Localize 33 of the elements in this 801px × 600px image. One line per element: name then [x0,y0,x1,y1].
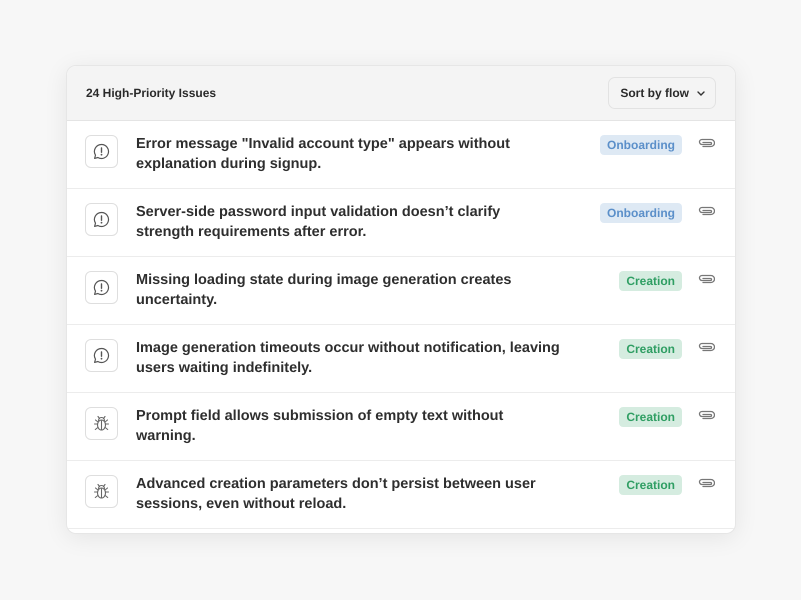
alert-message-icon [93,347,110,364]
flow-tag: Onboarding [600,135,682,155]
paperclip-icon[interactable] [698,274,715,284]
flow-tag: Onboarding [600,203,682,223]
bug-icon [92,414,111,433]
issue-row[interactable]: Prompt field allows submission of empty text without warning. Creation [67,393,735,461]
flow-tag: Creation [619,475,682,495]
issue-title: Missing loading state during image generation creates uncertainty. [136,271,512,310]
issue-title: Prompt field allows submission of empty text without warning. [136,407,504,446]
issue-row[interactable]: Error message "Invalid account type" appears without explanation during signup. Onboarding [67,121,735,189]
paperclip-icon[interactable] [698,410,715,420]
paperclip-icon[interactable] [698,206,715,216]
alert-message-icon [93,211,110,228]
flow-tag: Creation [619,339,682,359]
issue-title: Server-side password input validation doesn’t clarify strength requirements after error. [136,203,502,242]
panel-title: 24 High-Priority Issues [86,85,216,102]
paperclip-icon[interactable] [698,342,715,352]
chevron-down-icon [697,90,705,96]
issue-row[interactable]: Server-side password input validation doesn’t clarify strength requirements after error. Onboarding [67,189,735,257]
flow-tag: Creation [619,407,682,427]
issue-row[interactable]: Image generation timeouts occur without notification, leaving users waiting indefinitely. Creation [67,325,735,393]
alert-message-icon [93,143,110,160]
paperclip-icon[interactable] [698,478,715,488]
paperclip-icon[interactable] [698,138,715,148]
alert-message-icon [93,279,110,296]
issue-title: Error message "Invalid account type" appears without explanation during signup. [136,135,511,174]
issue-row[interactable]: Advanced creation parameters don’t persist between user sessions, even without reload. Creation [67,461,735,529]
issue-title: Advanced creation parameters don’t persist between user sessions, even without reload. [136,475,537,514]
sort-dropdown[interactable]: Sort by flow [608,77,716,109]
bug-icon [92,482,111,501]
issue-row[interactable]: Missing loading state during image generation creates uncertainty. Creation [67,257,735,325]
issue-title: Image generation timeouts occur without notification, leaving users waiting indefinitely. [136,339,561,378]
flow-tag: Creation [619,271,682,291]
